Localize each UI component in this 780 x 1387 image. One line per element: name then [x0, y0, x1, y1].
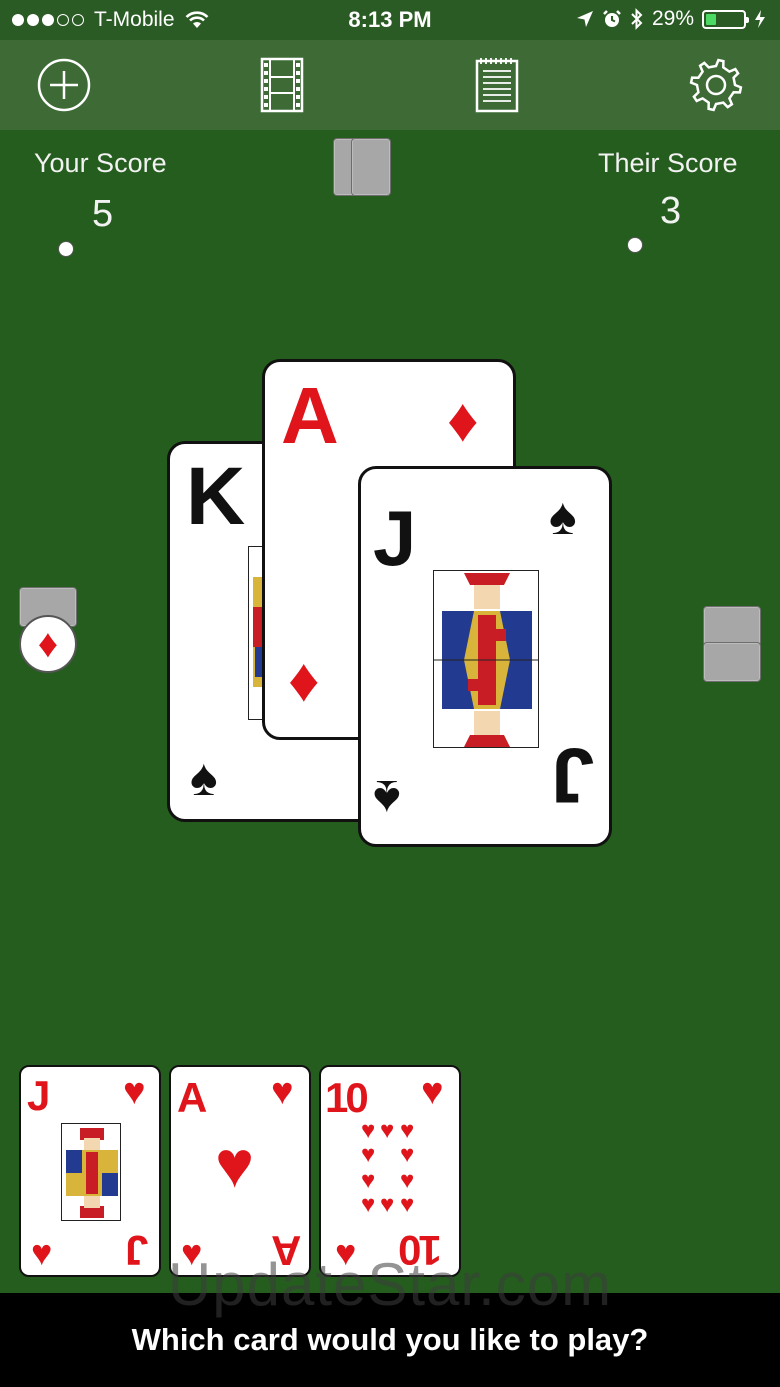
right-opponent-card-back — [703, 606, 761, 646]
status-right: 29% — [576, 7, 766, 31]
their-score-value: 3 — [660, 190, 682, 232]
card-rank: J — [551, 732, 595, 820]
your-score-value: 5 — [92, 193, 114, 235]
heart-icon: ♥ — [400, 1167, 415, 1194]
diamond-icon: ♦ — [37, 622, 59, 666]
battery-fill — [706, 13, 717, 25]
notepad-icon — [475, 58, 519, 113]
spade-icon: ♠ — [549, 488, 577, 546]
heart-icon: ♥ — [400, 1117, 415, 1144]
alarm-icon — [603, 10, 621, 27]
their-score-label: Their Score — [598, 148, 738, 178]
jack-face-art — [61, 1123, 121, 1221]
heart-icon: ♥ — [380, 1117, 395, 1144]
card-rank: J — [27, 1072, 51, 1119]
toolbar — [0, 40, 780, 130]
spade-icon: ♠ — [373, 769, 401, 827]
battery-icon — [702, 9, 749, 29]
heart-icon: ♥ — [421, 1071, 444, 1113]
diamond-icon: ♦ — [447, 386, 479, 455]
new-game-button[interactable] — [34, 56, 94, 114]
opponent-indicator-dot — [627, 237, 643, 253]
spade-icon: ♠ — [190, 749, 218, 807]
replay-button[interactable] — [252, 56, 312, 114]
settings-button[interactable] — [686, 56, 746, 114]
trump-suit-badge: ♦ — [19, 615, 77, 673]
plus-circle-icon — [37, 58, 91, 112]
heart-icon: ♥ — [361, 1191, 376, 1218]
jack-face-art — [433, 570, 539, 748]
gear-icon — [689, 58, 743, 112]
heart-icon: ♥ — [380, 1191, 395, 1218]
diamond-icon: ♦ — [288, 646, 320, 715]
heart-icon: ♥ — [400, 1191, 415, 1218]
heart-icon: ♥ — [361, 1117, 376, 1144]
hand-card-ten-hearts[interactable]: 10 ♥ ♥ ♥ ♥ ♥ ♥ ♥ ♥ ♥ ♥ ♥ ♥ 10 — [319, 1065, 461, 1277]
player-indicator-dot — [58, 241, 74, 257]
heart-icon: ♥ — [123, 1071, 146, 1113]
bluetooth-icon — [631, 8, 643, 30]
heart-icon: ♥ — [271, 1071, 294, 1113]
location-arrow-icon — [576, 11, 593, 27]
played-card-jack-spades: J ♠ ♠ J — [358, 466, 612, 847]
card-rank: 10 — [325, 1074, 369, 1121]
pip-grid: ♥ ♥ ♥ ♥ ♥ ♥ ♥ ♥ ♥ ♥ — [359, 1119, 425, 1219]
heart-icon: ♥ — [215, 1127, 255, 1201]
card-rank: J — [373, 494, 417, 582]
score-sheet-button[interactable] — [467, 56, 527, 114]
your-score-label: Your Score — [34, 148, 167, 178]
card-rank: A — [281, 371, 339, 460]
partner-hand-card-back — [351, 138, 391, 196]
card-rank: K — [186, 451, 246, 542]
heart-icon: ♥ — [361, 1167, 376, 1194]
battery-percent: 29% — [651, 7, 694, 30]
film-icon — [260, 57, 304, 113]
hand-card-ace-hearts[interactable]: A ♥ ♥ ♥ A — [169, 1065, 311, 1277]
watermark: UpdateStar.com — [167, 1251, 613, 1318]
card-rank: A — [177, 1074, 208, 1121]
status-bar: T-Mobile 8:13 PM 29% — [0, 0, 780, 40]
heart-icon: ♥ — [400, 1141, 415, 1168]
right-opponent-card-back — [703, 642, 761, 682]
hand-card-jack-hearts[interactable]: J ♥ ♥ J — [19, 1065, 161, 1277]
prompt-text: Which card would you like to play? — [131, 1322, 649, 1357]
heart-icon: ♥ — [361, 1141, 376, 1168]
charging-bolt-icon — [755, 10, 765, 28]
